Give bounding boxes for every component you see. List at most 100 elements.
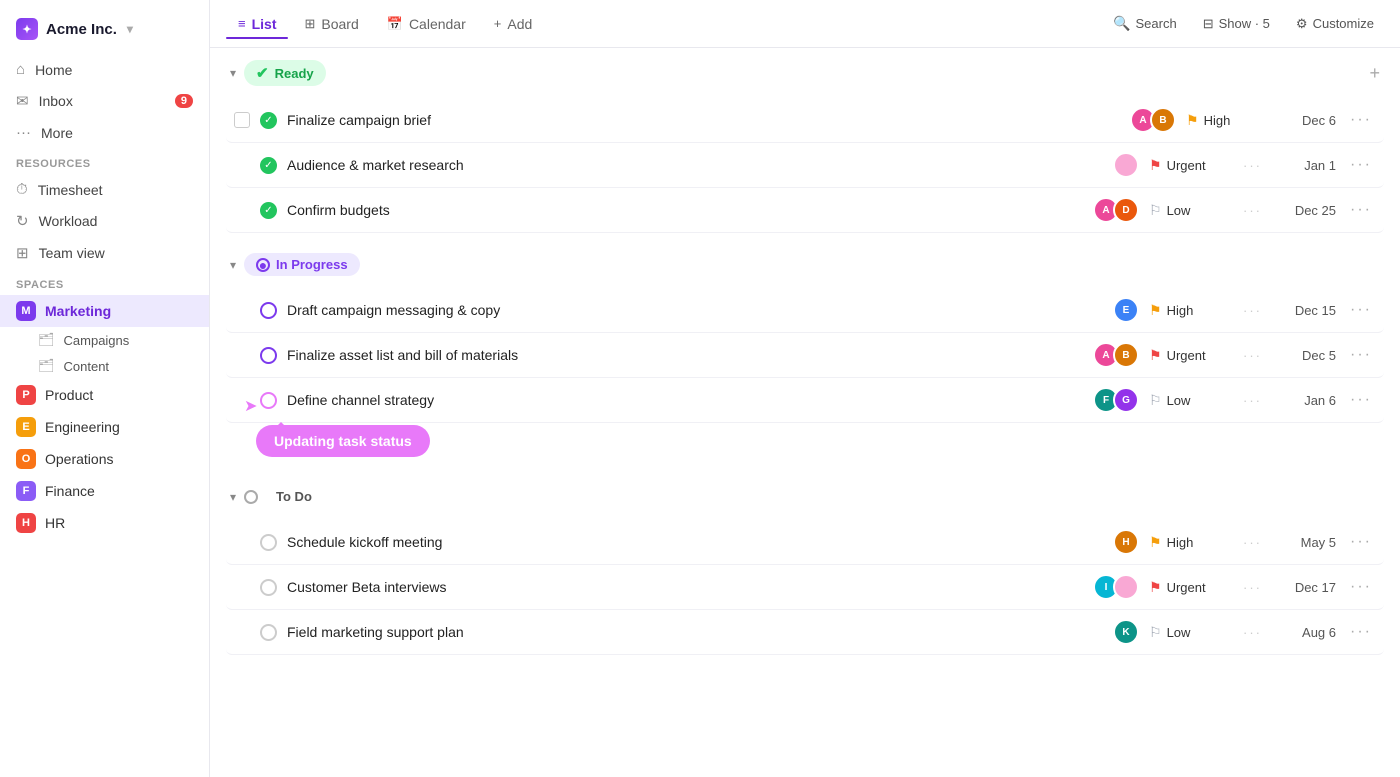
task-avatars-t3: A D xyxy=(1093,197,1139,223)
more-options-t4[interactable]: ··· xyxy=(1346,301,1376,319)
tab-board[interactable]: ⊞ Board xyxy=(292,10,370,38)
sidebar-item-hr[interactable]: H HR xyxy=(0,507,209,539)
task-avatars-t8: I xyxy=(1093,574,1139,600)
sidebar-operations-label: Operations xyxy=(45,451,113,467)
teamview-icon: ⊞ xyxy=(16,244,29,262)
task-avatars-t4: E xyxy=(1113,297,1139,323)
section-in-progress-header[interactable]: ▾ ● In Progress xyxy=(226,241,1384,288)
table-row[interactable]: Field marketing support plan K ⚐ Low ···… xyxy=(226,610,1384,655)
topbar: ≡ List ⊞ Board 📅 Calendar + Add 🔍 Search… xyxy=(210,0,1400,48)
more-icon: ··· xyxy=(16,124,31,141)
task-avatars-t6: F G xyxy=(1093,387,1139,413)
section-todo-header[interactable]: ▾ To Do xyxy=(226,473,1384,520)
more-options-t3-inline[interactable]: ··· xyxy=(1239,203,1266,218)
content-area: ▾ ✔ Ready + ✓ Finalize campaign brief A … xyxy=(210,48,1400,777)
more-options-t3[interactable]: ··· xyxy=(1346,201,1376,219)
flag-icon-high: ⚑ xyxy=(1186,112,1199,129)
section-in-progress: ▾ ● In Progress Draft campaign messaging… xyxy=(226,241,1384,465)
date-t5: Dec 5 xyxy=(1276,348,1336,363)
table-row[interactable]: Draft campaign messaging & copy E ⚑ High… xyxy=(226,288,1384,333)
more-options-t2-inline[interactable]: ··· xyxy=(1239,158,1266,173)
sidebar-item-marketing[interactable]: M Marketing xyxy=(0,295,209,327)
table-row[interactable]: ✓ Finalize campaign brief A B ⚑ High Dec… xyxy=(226,98,1384,143)
table-row[interactable]: Schedule kickoff meeting H ⚑ High ··· Ma… xyxy=(226,520,1384,565)
flag-icon-high: ⚑ xyxy=(1149,534,1162,551)
table-row[interactable]: Finalize asset list and bill of material… xyxy=(226,333,1384,378)
flag-icon-low: ⚐ xyxy=(1149,624,1162,641)
table-row[interactable]: ➤ Define channel strategy F G ⚐ Low ··· … xyxy=(226,378,1384,423)
sidebar-content-label: Content xyxy=(64,359,110,374)
sidebar-item-engineering[interactable]: E Engineering xyxy=(0,411,209,443)
folder-icon-content: 🗂 xyxy=(38,358,55,374)
sidebar-item-timesheet[interactable]: ⏱ Timesheet xyxy=(0,174,209,205)
brand-logo[interactable]: ✦ Acme Inc. ▾ xyxy=(0,12,209,54)
task-name-t8: Customer Beta interviews xyxy=(287,579,1083,595)
timesheet-icon: ⏱ xyxy=(16,181,28,198)
task-status-t7[interactable] xyxy=(260,534,277,551)
table-row[interactable]: ✓ Confirm budgets A D ⚐ Low ··· Dec 25 ·… xyxy=(226,188,1384,233)
add-ready-button[interactable]: + xyxy=(1369,63,1380,84)
task-checkbox-t1[interactable] xyxy=(234,112,250,128)
more-options-t2[interactable]: ··· xyxy=(1346,156,1376,174)
flag-icon-low: ⚐ xyxy=(1149,202,1162,219)
todo-circle-icon xyxy=(244,490,258,504)
sidebar-item-product[interactable]: P Product xyxy=(0,379,209,411)
date-t7: May 5 xyxy=(1276,535,1336,550)
more-options-t6[interactable]: ··· xyxy=(1346,391,1376,409)
more-options-t4-inline[interactable]: ··· xyxy=(1239,303,1266,318)
more-options-t5-inline[interactable]: ··· xyxy=(1239,348,1266,363)
task-status-t2[interactable]: ✓ xyxy=(260,157,277,174)
tab-board-label: Board xyxy=(321,16,358,32)
home-icon: ⌂ xyxy=(16,61,25,78)
more-options-t7-inline[interactable]: ··· xyxy=(1239,535,1266,550)
more-options-t6-inline[interactable]: ··· xyxy=(1239,393,1266,408)
sidebar-campaigns-label: Campaigns xyxy=(64,333,130,348)
more-options-t7[interactable]: ··· xyxy=(1346,533,1376,551)
more-options-t1[interactable]: ··· xyxy=(1346,111,1376,129)
sidebar-item-home[interactable]: ⌂ Home xyxy=(0,54,209,85)
tab-list[interactable]: ≡ List xyxy=(226,10,288,38)
avatar xyxy=(1113,152,1139,178)
task-status-t4[interactable] xyxy=(260,302,277,319)
more-options-t8[interactable]: ··· xyxy=(1346,578,1376,596)
task-status-t3[interactable]: ✓ xyxy=(260,202,277,219)
list-icon: ≡ xyxy=(238,16,246,31)
more-options-t9[interactable]: ··· xyxy=(1346,623,1376,641)
more-options-t9-inline[interactable]: ··· xyxy=(1239,625,1266,640)
task-status-t8[interactable] xyxy=(260,579,277,596)
customize-button[interactable]: ⚙ Customize xyxy=(1286,11,1384,37)
sidebar-sub-campaigns[interactable]: 🗂 Campaigns xyxy=(0,327,209,353)
sidebar-sub-content[interactable]: 🗂 Content xyxy=(0,353,209,379)
sidebar-item-teamview[interactable]: ⊞ Team view xyxy=(0,237,209,269)
task-status-t9[interactable] xyxy=(260,624,277,641)
task-status-t6[interactable]: ➤ xyxy=(260,392,277,409)
search-button[interactable]: 🔍 Search xyxy=(1103,10,1187,37)
sidebar-item-finance[interactable]: F Finance xyxy=(0,475,209,507)
task-status-t1[interactable]: ✓ xyxy=(260,112,277,129)
task-status-t5[interactable] xyxy=(260,347,277,364)
inbox-icon: ✉ xyxy=(16,92,29,110)
priority-t6: ⚐ Low xyxy=(1149,392,1229,409)
tab-add[interactable]: + Add xyxy=(482,10,545,38)
arrow-indicator: ➤ xyxy=(244,396,257,416)
sidebar-item-inbox[interactable]: ✉ Inbox 9 xyxy=(0,85,209,117)
flag-icon-low: ⚐ xyxy=(1149,392,1162,409)
flag-icon-high: ⚑ xyxy=(1149,302,1162,319)
more-options-t8-inline[interactable]: ··· xyxy=(1239,580,1266,595)
table-row[interactable]: Customer Beta interviews I ⚑ Urgent ··· … xyxy=(226,565,1384,610)
topbar-right: 🔍 Search ⊟ Show · 5 ⚙ Customize xyxy=(1103,10,1384,37)
date-t8: Dec 17 xyxy=(1276,580,1336,595)
sidebar-item-operations[interactable]: O Operations xyxy=(0,443,209,475)
priority-t7: ⚑ High xyxy=(1149,534,1229,551)
more-options-t5[interactable]: ··· xyxy=(1346,346,1376,364)
table-row[interactable]: ✓ Audience & market research ⚑ Urgent ··… xyxy=(226,143,1384,188)
sidebar-item-workload[interactable]: ↻ Workload xyxy=(0,205,209,237)
tab-calendar[interactable]: 📅 Calendar xyxy=(375,10,478,38)
sidebar-item-more[interactable]: ··· More xyxy=(0,117,209,148)
show-button[interactable]: ⊟ Show · 5 xyxy=(1193,11,1280,37)
show-label: Show · 5 xyxy=(1219,16,1270,31)
section-ready-header[interactable]: ▾ ✔ Ready + xyxy=(226,48,1384,98)
avatar: B xyxy=(1113,342,1139,368)
resources-section-label: Resources xyxy=(0,148,209,174)
tab-calendar-label: Calendar xyxy=(409,16,466,32)
